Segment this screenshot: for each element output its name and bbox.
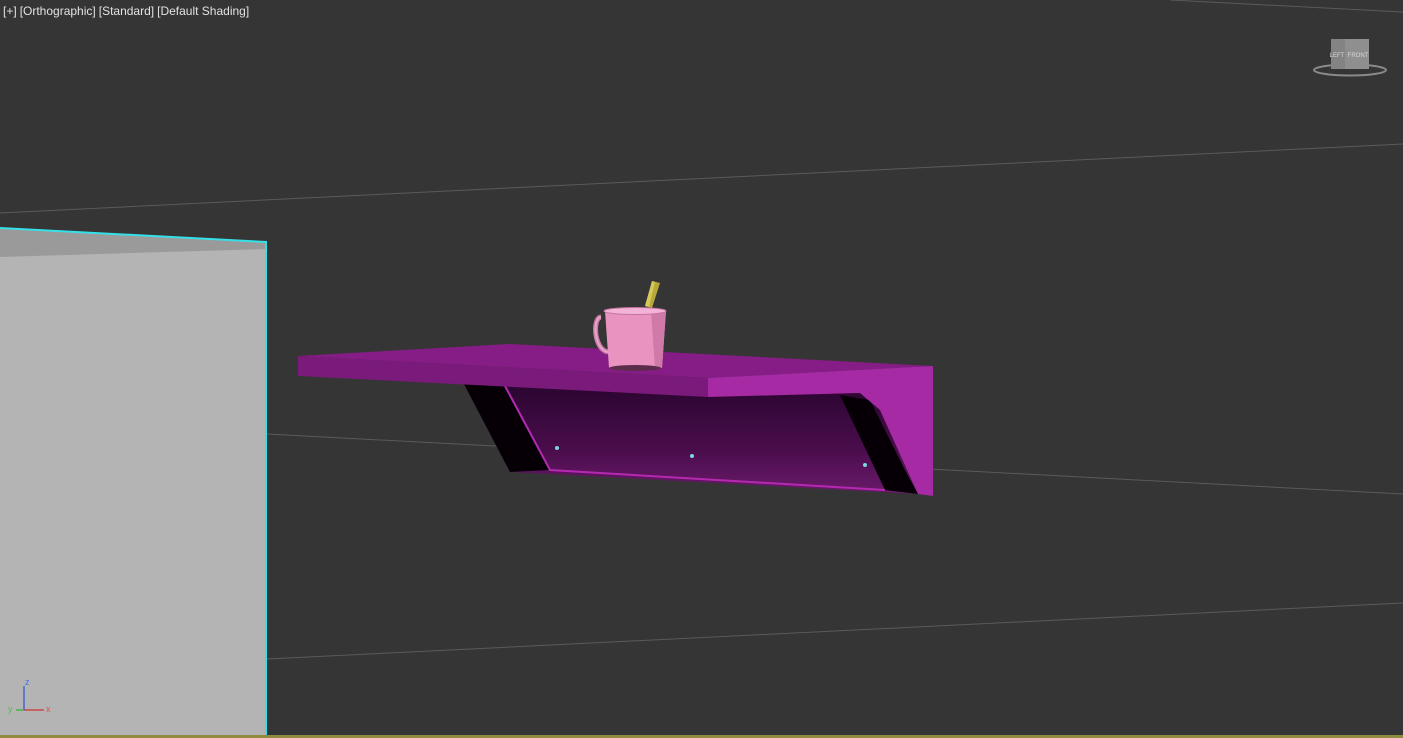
axis-label-x: x: [46, 704, 51, 714]
shelf-bracket[interactable]: [464, 384, 918, 494]
viewcube-front-label[interactable]: FRONT: [1348, 53, 1369, 59]
wall-object[interactable]: [0, 227, 267, 736]
grid-line: [266, 602, 1403, 660]
screw-marker: [555, 446, 559, 450]
grid-line: [1169, 0, 1403, 13]
screw-marker: [863, 463, 867, 467]
scene-canvas[interactable]: [0, 0, 1403, 738]
grid-line: [0, 143, 1403, 214]
perspective-viewport[interactable]: [+] [Orthographic] [Standard] [Default S…: [0, 0, 1403, 738]
screw-marker: [690, 454, 694, 458]
axis-label-z: z: [25, 677, 30, 687]
axis-label-y: y: [8, 704, 13, 714]
viewcube-left-label[interactable]: LEFT: [1330, 53, 1345, 59]
axis-tripod: x z y: [8, 677, 51, 714]
viewcube[interactable]: LEFT FRONT: [1310, 36, 1390, 80]
